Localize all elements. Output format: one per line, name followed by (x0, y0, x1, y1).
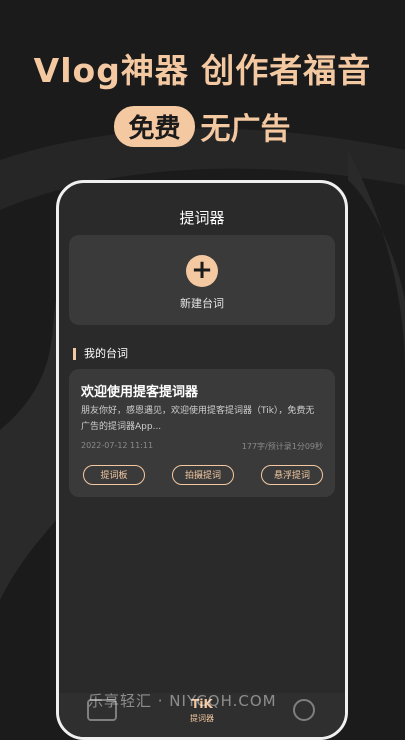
phone-mockup: 提词器 + 新建台词 我的台词 欢迎使用提客提词器 朋友你好，感恩遇见，欢迎使用… (56, 180, 348, 740)
script-title: 欢迎使用提客提词器 (81, 385, 199, 400)
promo-subline: 免费 无广告 (0, 104, 405, 148)
watermark-text: 乐享轻汇 · NIYCQH.COM (88, 692, 277, 710)
script-meta: 177字/预计录1分09秒 (241, 442, 323, 451)
plus-icon[interactable]: + (186, 255, 218, 287)
page-title: 提词器 (179, 209, 225, 227)
promo-headline: Vlog神器 创作者福音 (33, 51, 372, 90)
script-actions: 提词板 拍摄提词 悬浮提词 (83, 465, 323, 485)
script-preview: 朋友你好，感恩遇见，欢迎使用提客提词器（Tik），免费无广告的提词器App... (81, 406, 315, 432)
script-card[interactable]: 欢迎使用提客提词器 朋友你好，感恩遇见，欢迎使用提客提词器（Tik），免费无广告… (69, 369, 335, 497)
teleprompter-board-button[interactable]: 提词板 (83, 465, 145, 485)
free-badge: 免费 (114, 105, 195, 147)
new-script-card[interactable]: + 新建台词 (69, 235, 335, 325)
profile-icon[interactable] (293, 699, 315, 721)
shoot-prompt-button[interactable]: 拍摄提词 (172, 465, 234, 485)
section-title-my-scripts: 我的台词 (73, 348, 128, 360)
no-ads-text: 无广告 (200, 112, 291, 147)
new-script-label: 新建台词 (180, 297, 224, 310)
script-date: 2022-07-12 11:11 (81, 441, 154, 450)
floating-prompt-button[interactable]: 悬浮提词 (261, 465, 323, 485)
